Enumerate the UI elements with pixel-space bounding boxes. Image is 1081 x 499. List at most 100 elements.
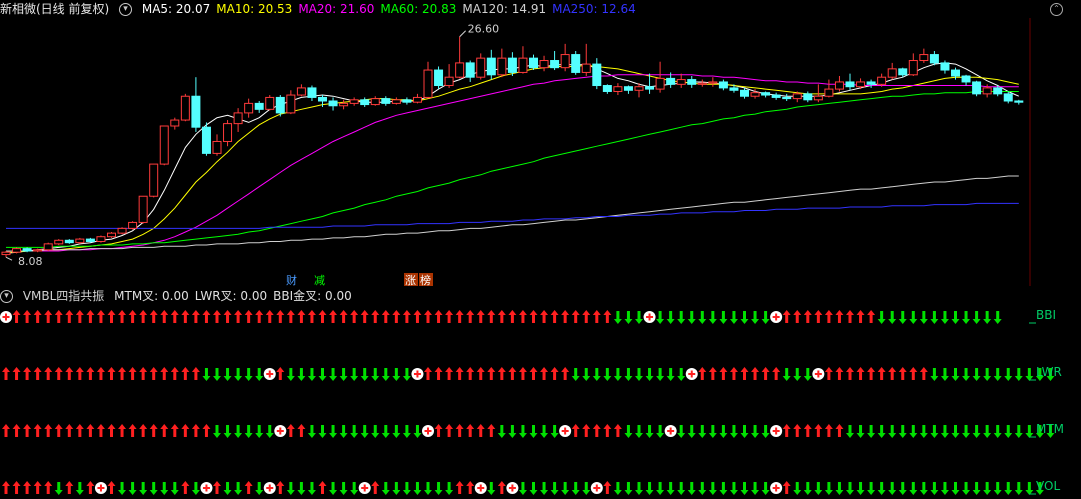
down-arrow-icon — [972, 482, 981, 495]
down-arrow-icon — [318, 368, 327, 381]
candle-body — [845, 81, 855, 88]
up-arrow-icon — [772, 367, 781, 380]
down-arrow-icon — [213, 368, 221, 381]
stock-title: 新相微(日线 前复权) — [0, 2, 110, 16]
candle-body — [191, 95, 201, 128]
down-arrow-icon — [719, 425, 728, 438]
up-arrow-icon — [846, 367, 854, 380]
down-arrow-icon — [751, 311, 760, 324]
down-arrow-icon — [297, 482, 306, 495]
up-arrow-icon — [803, 310, 812, 323]
up-arrow-icon — [107, 481, 116, 494]
candle-body — [877, 76, 887, 85]
down-arrow-icon — [191, 482, 200, 495]
down-arrow-icon — [1004, 368, 1013, 381]
up-arrow-icon — [445, 424, 454, 437]
down-arrow-icon — [729, 311, 738, 324]
down-arrow-icon — [381, 368, 390, 381]
up-arrow-icon — [65, 367, 74, 380]
up-arrow-icon — [592, 424, 601, 437]
up-arrow-icon — [371, 310, 380, 323]
up-arrow-icon — [540, 310, 549, 323]
up-arrow-icon — [814, 424, 823, 437]
candle-body — [676, 79, 686, 85]
down-arrow-icon — [793, 368, 802, 381]
down-arrow-icon — [687, 311, 696, 324]
candle-body — [560, 54, 570, 69]
down-arrow-icon — [993, 368, 1002, 381]
candle-body — [697, 82, 707, 85]
up-arrow-icon — [149, 367, 158, 380]
up-arrow-icon — [23, 481, 32, 494]
candle-body — [412, 96, 422, 103]
candle-body — [54, 239, 64, 245]
candle-body — [85, 238, 95, 242]
candle-body — [244, 102, 254, 114]
up-arrow-icon — [107, 367, 116, 380]
event-tag: 榜 — [420, 273, 431, 286]
down-arrow-icon — [930, 482, 939, 495]
candle-body — [518, 57, 528, 73]
up-arrow-icon — [550, 310, 559, 323]
up-arrow-icon — [286, 310, 295, 323]
candle-body — [803, 93, 813, 101]
up-arrow-icon — [793, 310, 802, 323]
down-arrow-icon — [624, 311, 633, 324]
candle-body — [856, 81, 866, 88]
collapse-icon[interactable]: ▾ — [119, 3, 133, 16]
expand-panel-icon[interactable]: ⌃ — [1050, 3, 1063, 16]
candle-body — [180, 95, 190, 121]
down-arrow-icon — [350, 482, 359, 495]
up-arrow-icon — [466, 481, 475, 494]
up-arrow-icon — [877, 367, 886, 380]
down-arrow-icon — [983, 425, 992, 438]
candle-body — [687, 79, 697, 85]
down-arrow-icon — [824, 482, 833, 495]
up-arrow-icon — [223, 310, 232, 323]
up-arrow-icon — [508, 367, 517, 380]
down-arrow-icon — [888, 311, 897, 324]
candle-body — [391, 99, 401, 104]
up-arrow-icon — [44, 424, 53, 437]
down-arrow-icon — [940, 482, 949, 495]
up-arrow-icon — [846, 310, 854, 323]
down-arrow-icon — [687, 425, 696, 438]
down-arrow-icon — [223, 368, 232, 381]
candle-body — [666, 77, 676, 85]
down-arrow-icon — [550, 425, 559, 438]
ma-legend-ma120: MA120: 14.91 — [462, 2, 547, 16]
up-arrow-icon — [276, 367, 285, 380]
up-arrow-icon — [2, 367, 10, 380]
down-arrow-icon — [561, 482, 570, 495]
indicator-title: VMBL四指共振 — [22, 289, 105, 303]
down-arrow-icon — [128, 482, 137, 495]
up-arrow-icon — [86, 310, 95, 323]
candle-body — [328, 100, 338, 107]
up-arrow-icon — [75, 367, 84, 380]
candle-body — [381, 98, 391, 104]
down-arrow-icon — [835, 482, 844, 495]
candle-body — [64, 239, 74, 244]
down-arrow-icon — [1004, 425, 1013, 438]
down-arrow-icon — [698, 311, 707, 324]
down-arrow-icon — [867, 425, 876, 438]
up-arrow-icon — [835, 424, 844, 437]
down-arrow-icon — [160, 482, 169, 495]
down-arrow-icon — [54, 482, 63, 495]
down-arrow-icon — [1014, 482, 1023, 495]
down-arrow-icon — [898, 311, 907, 324]
up-arrow-icon — [276, 310, 285, 323]
down-arrow-icon — [898, 425, 907, 438]
indicator-value-2: BBI金叉: 0.00 — [273, 289, 352, 303]
candle-body — [592, 63, 602, 87]
candle-body — [581, 63, 591, 73]
candle-body — [708, 81, 718, 84]
up-arrow-icon — [571, 310, 580, 323]
down-arrow-icon — [972, 425, 981, 438]
up-arrow-icon — [613, 424, 622, 437]
down-arrow-icon — [339, 425, 348, 438]
candle-body — [771, 94, 781, 98]
down-arrow-icon — [708, 311, 717, 324]
down-arrow-icon — [962, 311, 971, 324]
up-arrow-icon — [814, 310, 823, 323]
